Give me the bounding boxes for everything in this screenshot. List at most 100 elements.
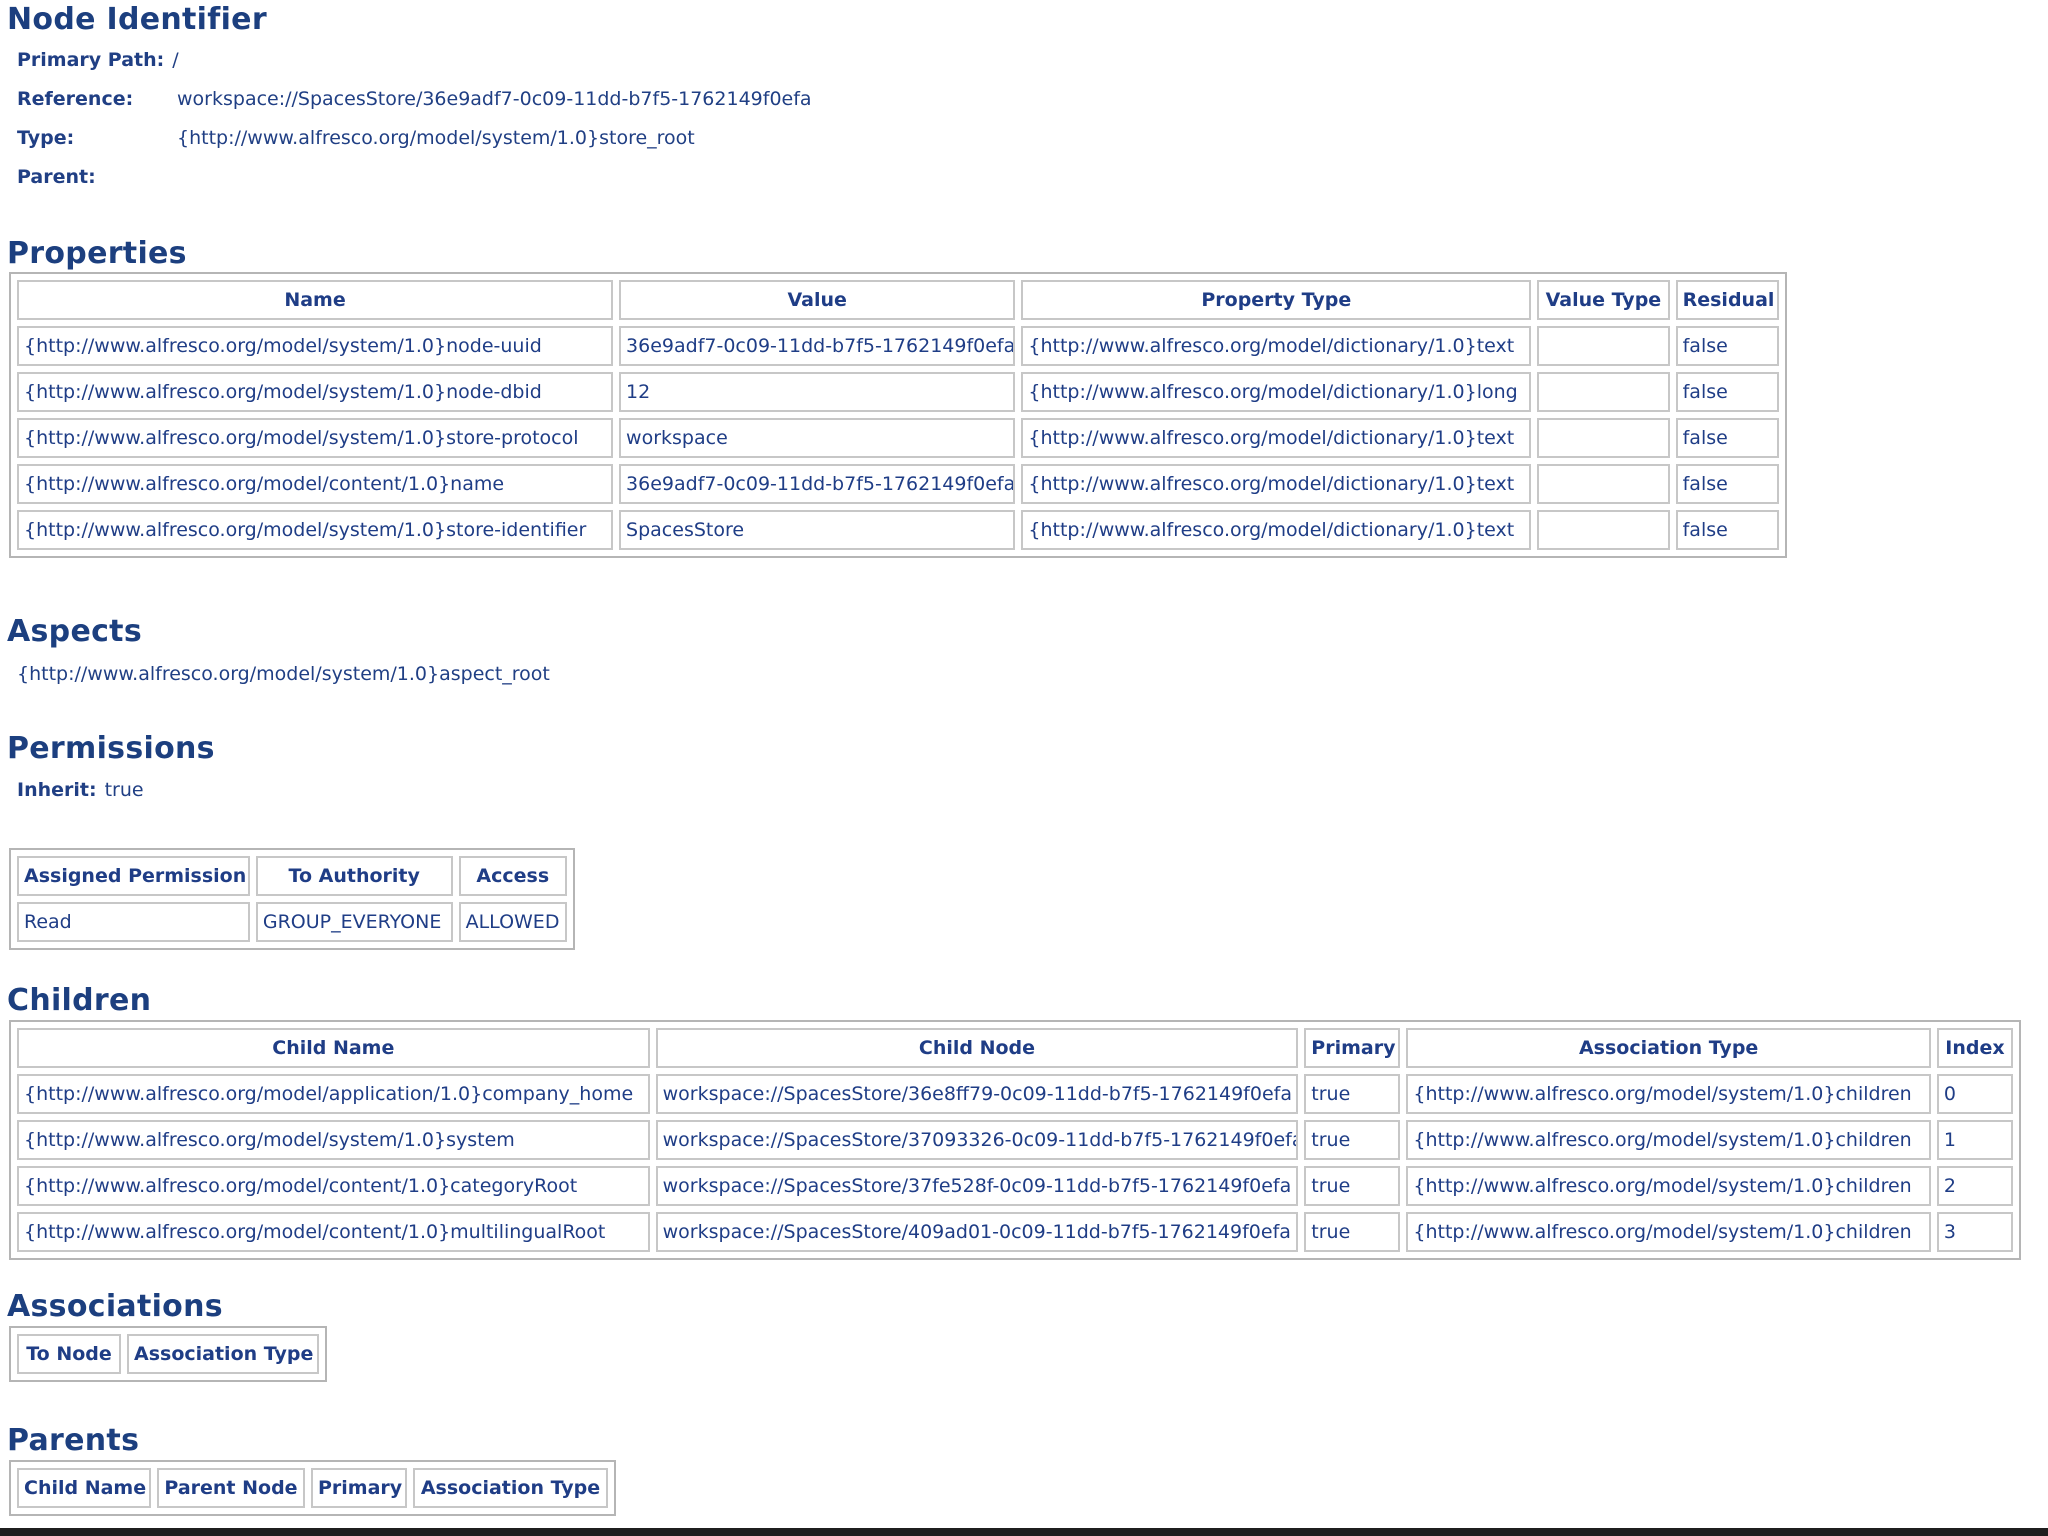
child-name-cell: {http://www.alfresco.org/model/applicati…: [17, 1074, 650, 1114]
child-name-cell: {http://www.alfresco.org/model/system/1.…: [17, 1120, 650, 1160]
parent-label: Parent:: [17, 166, 96, 188]
parent-row: Parent:: [17, 166, 177, 188]
property-residual-cell: false: [1675, 464, 1779, 504]
associations-header-row: To Node Association Type: [17, 1334, 319, 1374]
table-row: {http://www.alfresco.org/model/content/1…: [17, 464, 1779, 504]
reference-row: Reference: workspace://SpacesStore/36e9ad…: [17, 88, 812, 110]
children-header-association-type: Association Type: [1406, 1028, 1931, 1068]
reference-label: Reference:: [17, 88, 134, 110]
child-node-link[interactable]: workspace://SpacesStore/37fe528f-0c09-11…: [655, 1166, 1299, 1206]
property-value-cell: workspace: [619, 418, 1016, 458]
child-index-cell: 0: [1936, 1074, 2013, 1114]
table-row: {http://www.alfresco.org/model/system/1.…: [17, 1120, 2013, 1160]
properties-header-value-type: Value Type: [1537, 280, 1670, 320]
properties-header-value: Value: [619, 280, 1016, 320]
child-index-cell: 3: [1936, 1212, 2013, 1252]
parents-table: Child Name Parent Node Primary Associati…: [9, 1460, 616, 1516]
type-value: {http://www.alfresco.org/model/system/1.…: [177, 127, 695, 149]
properties-header-row: Name Value Property Type Value Type Resi…: [17, 280, 1779, 320]
node-identifier-title: Node Identifier: [7, 2, 267, 37]
table-row: {http://www.alfresco.org/model/system/1.…: [17, 510, 1779, 550]
parents-title: Parents: [7, 1423, 140, 1458]
permissions-header-row: Assigned Permission To Authority Access: [17, 856, 567, 896]
property-residual-cell: false: [1675, 372, 1779, 412]
table-row: {http://www.alfresco.org/model/content/1…: [17, 1212, 2013, 1252]
child-index-cell: 2: [1936, 1166, 2013, 1206]
permission-cell: Read: [17, 902, 250, 942]
child-primary-cell: true: [1304, 1166, 1401, 1206]
property-type-cell: {http://www.alfresco.org/model/dictionar…: [1021, 510, 1532, 550]
parents-header-primary: Primary: [311, 1468, 407, 1508]
inherit-row: Inherit: true: [17, 779, 144, 801]
properties-header-property-type: Property Type: [1021, 280, 1532, 320]
child-association-type-cell: {http://www.alfresco.org/model/system/1.…: [1406, 1212, 1931, 1252]
child-primary-cell: true: [1304, 1120, 1401, 1160]
inherit-value: true: [104, 779, 144, 801]
table-row: Read GROUP_EVERYONE ALLOWED: [17, 902, 567, 942]
associations-header-to-node: To Node: [17, 1334, 121, 1374]
table-row: {http://www.alfresco.org/model/content/1…: [17, 1166, 2013, 1206]
child-node-link[interactable]: workspace://SpacesStore/36e8ff79-0c09-11…: [655, 1074, 1299, 1114]
properties-header-name: Name: [17, 280, 614, 320]
access-cell: ALLOWED: [458, 902, 567, 942]
table-row: {http://www.alfresco.org/model/system/1.…: [17, 372, 1779, 412]
property-residual-cell: false: [1675, 418, 1779, 458]
children-header-child-node: Child Node: [655, 1028, 1299, 1068]
property-value-type-cell: [1537, 510, 1670, 550]
children-header-primary: Primary: [1304, 1028, 1401, 1068]
table-row: {http://www.alfresco.org/model/applicati…: [17, 1074, 2013, 1114]
children-header-child-name: Child Name: [17, 1028, 650, 1068]
property-name-cell: {http://www.alfresco.org/model/system/1.…: [17, 510, 614, 550]
aspect-item: {http://www.alfresco.org/model/system/1.…: [17, 663, 550, 685]
associations-header-association-type: Association Type: [127, 1334, 319, 1374]
property-type-cell: {http://www.alfresco.org/model/dictionar…: [1021, 372, 1532, 412]
property-residual-cell: false: [1675, 326, 1779, 366]
child-association-type-cell: {http://www.alfresco.org/model/system/1.…: [1406, 1120, 1931, 1160]
parents-header-parent-node: Parent Node: [157, 1468, 305, 1508]
permissions-header-access: Access: [458, 856, 567, 896]
primary-path-value: /: [172, 49, 179, 71]
child-primary-cell: true: [1304, 1212, 1401, 1252]
property-value-type-cell: [1537, 464, 1670, 504]
children-header-row: Child Name Child Node Primary Associatio…: [17, 1028, 2013, 1068]
property-name-cell: {http://www.alfresco.org/model/content/1…: [17, 464, 614, 504]
node-browser-page: Node Identifier Primary Path: / Reference…: [0, 0, 2048, 1536]
associations-title: Associations: [7, 1289, 223, 1324]
inherit-label: Inherit:: [17, 779, 97, 801]
properties-title: Properties: [7, 236, 187, 271]
property-value-type-cell: [1537, 326, 1670, 366]
child-node-link[interactable]: workspace://SpacesStore/37093326-0c09-11…: [655, 1120, 1299, 1160]
parents-header-child-name: Child Name: [17, 1468, 151, 1508]
property-value-type-cell: [1537, 372, 1670, 412]
associations-table: To Node Association Type: [9, 1326, 327, 1382]
property-name-cell: {http://www.alfresco.org/model/system/1.…: [17, 326, 614, 366]
property-residual-cell: false: [1675, 510, 1779, 550]
permissions-title: Permissions: [7, 731, 215, 766]
property-value-cell: 36e9adf7-0c09-11dd-b7f5-1762149f0efa: [619, 464, 1016, 504]
aspects-title: Aspects: [7, 614, 142, 649]
aspect-item-label: {http://www.alfresco.org/model/system/1.…: [17, 663, 550, 685]
permissions-header-to-authority: To Authority: [255, 856, 453, 896]
properties-table: Name Value Property Type Value Type Resi…: [9, 272, 1787, 558]
child-node-link[interactable]: workspace://SpacesStore/409ad01-0c09-11d…: [655, 1212, 1299, 1252]
property-value-cell: 36e9adf7-0c09-11dd-b7f5-1762149f0efa: [619, 326, 1016, 366]
property-value-cell: SpacesStore: [619, 510, 1016, 550]
property-name-cell: {http://www.alfresco.org/model/system/1.…: [17, 372, 614, 412]
property-type-cell: {http://www.alfresco.org/model/dictionar…: [1021, 464, 1532, 504]
parents-header-association-type: Association Type: [413, 1468, 608, 1508]
children-table: Child Name Child Node Primary Associatio…: [9, 1020, 2021, 1260]
children-header-index: Index: [1936, 1028, 2013, 1068]
parents-header-row: Child Name Parent Node Primary Associati…: [17, 1468, 608, 1508]
property-name-cell: {http://www.alfresco.org/model/system/1.…: [17, 418, 614, 458]
authority-cell: GROUP_EVERYONE: [255, 902, 453, 942]
child-index-cell: 1: [1936, 1120, 2013, 1160]
bottom-divider: [0, 1528, 2048, 1536]
type-label: Type:: [17, 127, 75, 149]
reference-value: workspace://SpacesStore/36e9adf7-0c09-11…: [177, 88, 812, 110]
property-value-cell: 12: [619, 372, 1016, 412]
children-title: Children: [7, 983, 152, 1018]
child-association-type-cell: {http://www.alfresco.org/model/system/1.…: [1406, 1074, 1931, 1114]
primary-path-row: Primary Path: /: [17, 49, 179, 71]
property-type-cell: {http://www.alfresco.org/model/dictionar…: [1021, 326, 1532, 366]
property-value-type-cell: [1537, 418, 1670, 458]
